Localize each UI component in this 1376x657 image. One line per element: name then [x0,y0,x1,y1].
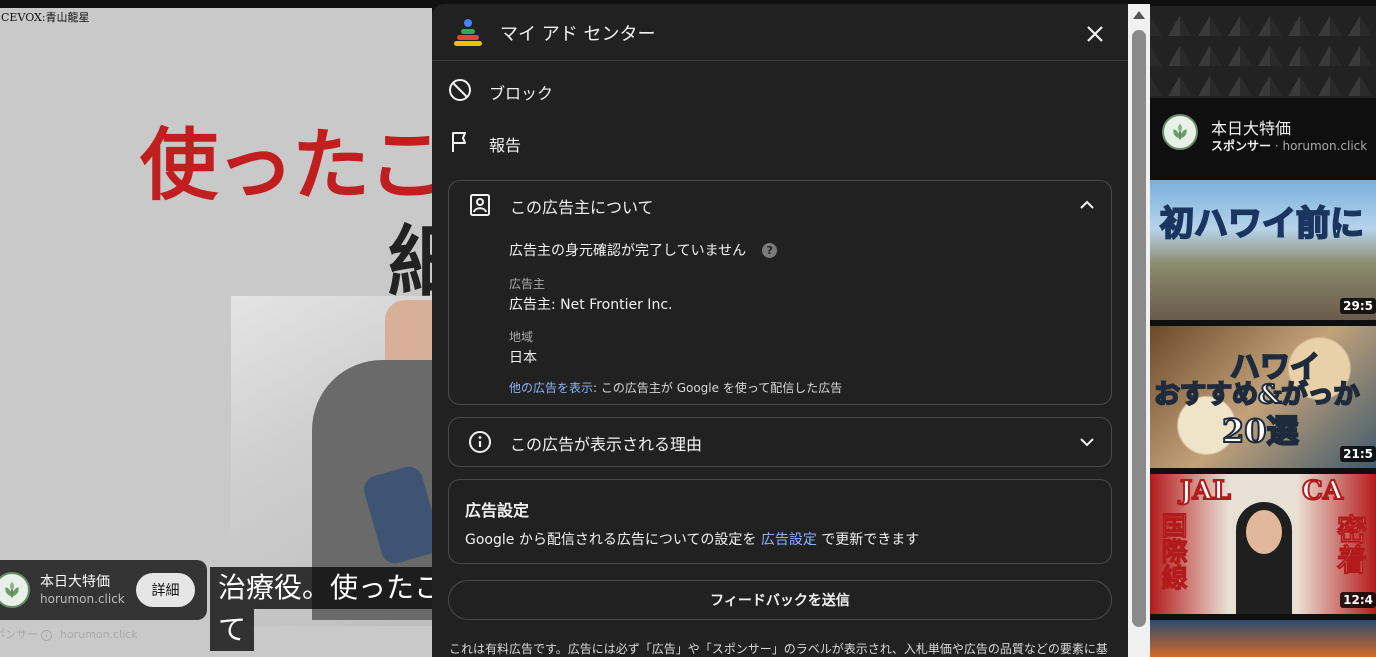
screen: CEVOX:青山龍星 使ったこ 細 本日大特価 horumon.click 詳細… [0,0,1376,657]
about-advertiser-card: この広告主について 広告主の身元確認が完了していません ? 広告主 広告主: N… [448,180,1112,405]
dialog-scrollbar[interactable] [1128,4,1150,657]
more-ads-description: : この広告主が Google を使って配信した広告 [593,381,843,395]
block-label: ブロック [489,84,554,103]
thumbnail-title-right: CA [1301,475,1344,507]
ad-settings-card: 広告設定 Google から配信される広告についての設定を 広告設定 で更新でき… [448,479,1112,564]
block-menu-item[interactable]: ブロック [432,67,1128,113]
sponsored-card[interactable]: 本日大特価 スポンサー · horumon.click [1150,98,1376,170]
verification-status: 広告主の身元確認が完了していません ? [509,240,1099,260]
sponsor-badge: スポンサー [1211,139,1272,153]
video-watermark: CEVOX:青山龍星 [1,11,90,24]
ad-overlay[interactable]: 本日大特価 horumon.click 詳細 [0,560,207,620]
advertiser-profile-icon [470,194,490,216]
region-field-label: 地域 [509,330,534,344]
ad-settings-desc-before: Google から配信される広告についての設定を [465,532,761,548]
about-advertiser-title: この広告主について [510,198,654,217]
video-duration: 12:4 [1340,592,1376,608]
thumbnail-face [1246,510,1282,554]
advertiser-field-label: 広告主 [509,277,546,291]
ad-overlay-advertiser: 本日大特価 [40,574,110,590]
help-icon[interactable]: ? [762,242,778,258]
video-caption-line-1: 治療役。使ったこ [210,567,451,609]
thumbnail-title: 初ハワイ前に [1159,203,1365,245]
my-ad-center-logo-icon [454,19,482,46]
sponsor-label: ポンサー [0,628,38,641]
report-label: 報告 [489,136,522,155]
region-field-value: 日本 [509,350,537,366]
info-circle-icon [469,431,491,453]
video-duration: 21:5 [1340,446,1376,462]
flag-icon [452,132,466,152]
video-caption-line-2: て [210,609,255,651]
video-player[interactable]: CEVOX:青山龍星 使ったこ 細 [0,0,432,657]
send-feedback-button[interactable]: フィードバックを送信 [448,580,1112,620]
block-icon [449,79,471,101]
video-top-bar [0,0,432,8]
video-thumbnail[interactable]: ハワイ おすすめ&がっか 20選 21:5 [1150,326,1376,468]
thumbnail-side-right: 密着 [1331,514,1367,575]
why-this-ad-card[interactable]: この広告が表示される理由 [448,417,1112,467]
video-thumbnail[interactable]: 初ハワイ前に 29:5 [1150,180,1376,320]
advertiser-leaf-icon [0,572,30,608]
why-this-ad-title: この広告が表示される理由 [510,435,703,454]
close-button[interactable] [1080,19,1110,49]
related-sidebar: 本日大特価 スポンサー · horumon.click 初ハワイ前に 29:5 … [1150,0,1376,657]
report-menu-item[interactable]: 報告 [432,119,1128,165]
dialog-header: マイ アド センター [432,4,1128,61]
chevron-down-icon [1080,438,1094,447]
sponsored-card-domain: horumon.click [1282,139,1368,153]
sponsored-card-title: 本日大特価 [1211,119,1292,138]
video-duration: 29:5 [1340,298,1376,314]
ad-details-button[interactable]: 詳細 [136,573,195,607]
ad-settings-desc-after: で更新できます [816,532,920,548]
paid-ad-disclosure: これは有料広告です。広告には必ず「広告」や「スポンサー」のラベルが表示され、入札… [449,642,1108,656]
chevron-up-icon [1080,200,1094,209]
scroll-up-arrow-icon[interactable] [1133,11,1145,19]
about-advertiser-body: 広告主の身元確認が完了していません ? 広告主 広告主: Net Frontie… [509,240,1099,396]
video-headline-red: 使ったこ [140,120,432,211]
ad-settings-description: Google から配信される広告についての設定を 広告設定 で更新できます [465,529,919,549]
more-ads-line: 他の広告を表示: この広告主が Google を使って配信した広告 [509,379,1099,396]
scroll-thumb[interactable] [1132,30,1146,627]
sponsored-banner-image[interactable] [1150,6,1376,98]
verification-status-text: 広告主の身元確認が完了していません [509,243,747,259]
ad-overlay-domain: horumon.click [40,592,125,606]
dialog-title: マイ アド センター [500,24,656,45]
thumbnail-title-line-3: 20選 [1221,411,1300,451]
sponsor-leaf-icon [1162,114,1198,150]
my-ad-center-dialog: マイ アド センター ブロック 報告 この広告主について 広告主の身元確認が完了… [432,4,1128,657]
sponsor-domain: horumon.click [60,628,138,641]
more-ads-link[interactable]: 他の広告を表示 [509,381,593,395]
info-icon[interactable]: i [41,630,52,641]
sponsored-card-meta: スポンサー · horumon.click [1211,139,1368,153]
video-thumbnail[interactable]: JAL CA 国際線 密着 12:4 [1150,474,1376,614]
thumbnail-side-left: 国際線 [1157,512,1188,591]
ad-sponsor-line: ポンサーi horumon.click [0,626,138,642]
thumbnail-title-left: JAL [1179,475,1232,507]
ad-settings-title: 広告設定 [465,501,530,520]
advertiser-field-value: 広告主: Net Frontier Inc. [509,297,673,313]
about-advertiser-header[interactable]: この広告主について [449,181,1111,229]
video-thumbnail[interactable] [1150,620,1376,657]
close-icon [1087,26,1103,42]
ad-settings-link[interactable]: 広告設定 [761,532,817,548]
why-this-ad-header[interactable]: この広告が表示される理由 [449,418,1111,466]
